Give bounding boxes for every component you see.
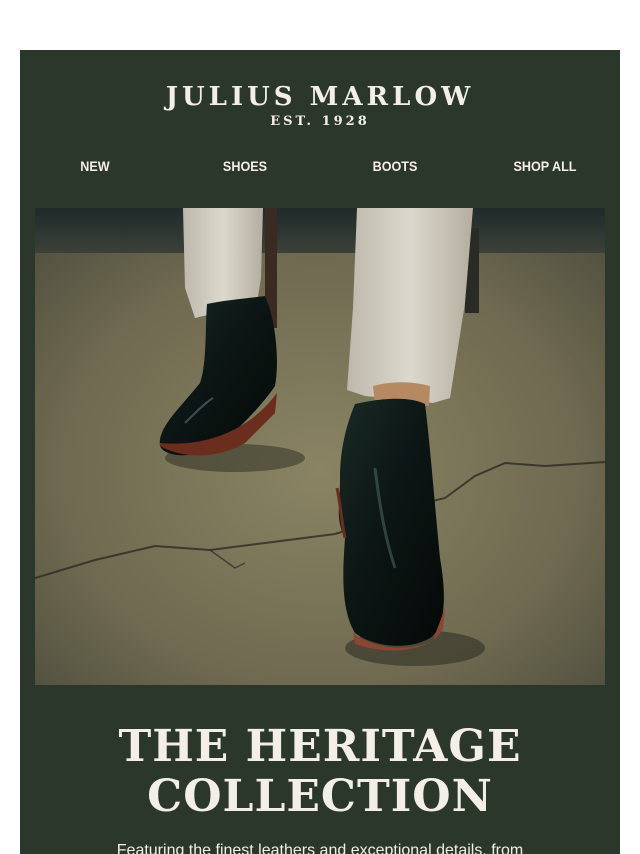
brand-name: JULIUS MARLOW — [165, 82, 475, 112]
headline-line-2: COLLECTION — [147, 771, 493, 822]
hero-headline: THE HERITAGE COLLECTION — [20, 722, 620, 822]
nav-item-shoes[interactable]: SHOES — [178, 158, 313, 174]
brand-established: EST. 1928 — [270, 114, 370, 129]
hero-subtext: Featuring the finest leathers and except… — [116, 842, 524, 854]
nav-item-new[interactable]: NEW — [28, 158, 163, 174]
nav-item-shop-all[interactable]: SHOP ALL — [478, 158, 613, 174]
main-nav: NEW SHOES BOOTS SHOP ALL — [20, 158, 620, 182]
hero-image[interactable] — [35, 208, 605, 685]
nav-item-boots[interactable]: BOOTS — [328, 158, 463, 174]
brand-logo[interactable]: JULIUS MARLOW EST. 1928 — [20, 80, 620, 130]
email-container: JULIUS MARLOW EST. 1928 NEW SHOES BOOTS … — [20, 50, 620, 854]
headline-line-1: THE HERITAGE — [118, 721, 522, 772]
